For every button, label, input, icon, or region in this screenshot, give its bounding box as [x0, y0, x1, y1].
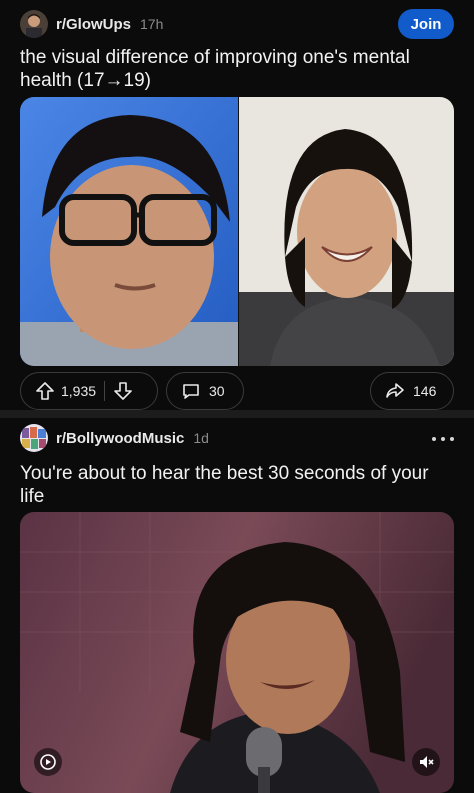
post-title[interactable]: the visual difference of improving one's…: [20, 46, 456, 92]
downvote-icon[interactable]: [113, 381, 133, 401]
post-image[interactable]: [20, 97, 454, 366]
more-options-icon[interactable]: [432, 432, 454, 446]
post-divider: [0, 410, 474, 418]
post-actions: 1,935 30 146: [20, 372, 454, 410]
subreddit-name[interactable]: r/GlowUps: [56, 16, 131, 33]
share-button[interactable]: 146: [370, 372, 454, 410]
feed-post-glowups[interactable]: r/GlowUps 17h Join the visual difference…: [0, 0, 474, 410]
vote-divider: [104, 381, 106, 401]
comment-button[interactable]: 30: [166, 372, 244, 410]
comment-icon: [181, 381, 201, 401]
post-header: r/GlowUps 17h: [20, 8, 163, 40]
subreddit-avatar[interactable]: [20, 424, 48, 452]
share-icon: [385, 381, 405, 401]
upvote-icon[interactable]: [35, 381, 55, 401]
post-title[interactable]: You're about to hear the best 30 seconds…: [20, 462, 456, 508]
post-video[interactable]: [20, 512, 454, 793]
subreddit-avatar[interactable]: [20, 10, 48, 38]
subreddit-name[interactable]: r/BollywoodMusic: [56, 430, 184, 447]
mute-icon[interactable]: [412, 748, 440, 776]
post-age: 1d: [193, 430, 209, 446]
vote-pill: 1,935: [20, 372, 158, 410]
upvote-count: 1,935: [61, 383, 97, 399]
comment-count: 30: [209, 383, 225, 399]
share-count: 146: [413, 383, 437, 399]
video-reel-icon[interactable]: [34, 748, 62, 776]
post-header: r/BollywoodMusic 1d: [20, 422, 209, 454]
post-age: 17h: [140, 16, 164, 32]
feed-post-bollywoodmusic[interactable]: r/BollywoodMusic 1d You're about to hear…: [0, 418, 474, 793]
join-button[interactable]: Join: [398, 9, 454, 39]
